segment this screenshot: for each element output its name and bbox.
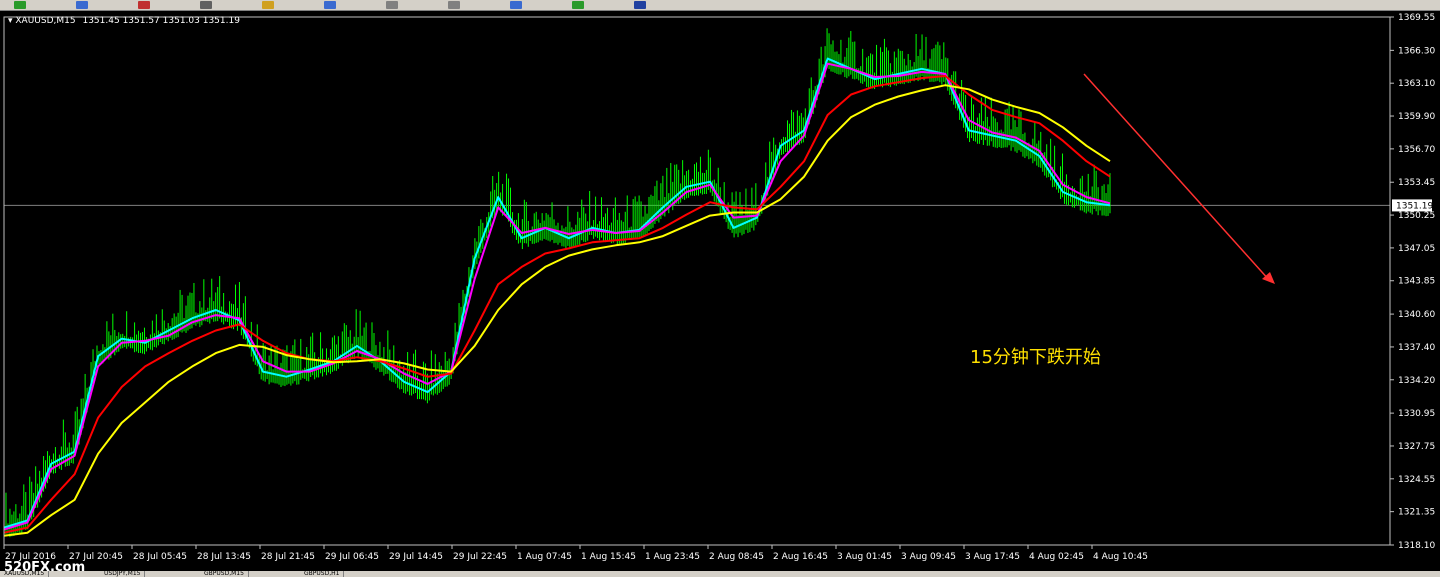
current-price-label: 1351.19	[1396, 201, 1433, 211]
y-tick-label: 1363.10	[1398, 79, 1435, 89]
ohlc-values: 1351.45 1351.57 1351.03 1351.19	[82, 16, 240, 26]
y-tick-label: 1337.40	[1398, 343, 1435, 353]
chart-area[interactable]: 1369.55 1366.30 1363.10 1359.90 1356.70 1353.…	[0, 11, 1440, 571]
symbol-label: XAUUSD,M15	[15, 16, 76, 26]
y-tick-label: 1327.75	[1398, 442, 1435, 452]
x-tick-label: 2 Aug 08:45	[709, 552, 764, 562]
y-tick-label: 1359.90	[1398, 112, 1435, 122]
help-icon[interactable]	[634, 1, 646, 9]
y-tick-label: 1347.05	[1398, 244, 1435, 254]
tab-gbpusd-h1[interactable]: GBPUSD,H1	[300, 571, 345, 577]
chart-annotation: 15分钟下跌开始	[970, 347, 1101, 368]
chart-tabs: XAUUSD,M15 USDJPY,M15 GBPUSD,M15 GBPUSD,H1	[0, 571, 1440, 577]
properties-icon[interactable]	[138, 1, 150, 9]
x-tick-label: 4 Aug 10:45	[1093, 552, 1148, 562]
y-tick-label: 1321.35	[1398, 508, 1435, 518]
y-tick-label: 1353.45	[1398, 178, 1435, 188]
y-tick-label: 1334.20	[1398, 376, 1435, 386]
x-tick-label: 1 Aug 07:45	[517, 552, 572, 562]
x-tick-label: 3 Aug 17:45	[965, 552, 1020, 562]
tab-gbpusd-m15[interactable]: GBPUSD,M15	[200, 571, 249, 577]
crosshair-icon[interactable]	[200, 1, 212, 9]
y-tick-label: 1340.60	[1398, 310, 1435, 320]
x-tick-label: 29 Jul 22:45	[453, 552, 507, 562]
zoom-icon[interactable]	[510, 1, 522, 9]
x-tick-label: 3 Aug 01:45	[837, 552, 892, 562]
toolbar	[0, 0, 1440, 11]
y-tick-label: 1366.30	[1398, 46, 1435, 56]
y-tick-label: 1356.70	[1398, 145, 1435, 155]
chart-icon[interactable]	[76, 1, 88, 9]
x-tick-label: 1 Aug 23:45	[645, 552, 700, 562]
add-indicator-icon[interactable]	[572, 1, 584, 9]
new-order-icon[interactable]	[14, 1, 26, 9]
y-tick-label: 1343.85	[1398, 277, 1435, 287]
x-tick-label: 2 Aug 16:45	[773, 552, 828, 562]
x-tick-label: 1 Aug 15:45	[581, 552, 636, 562]
x-tick-label: 28 Jul 13:45	[197, 552, 251, 562]
tab-usdjpy-m15[interactable]: USDJPY,M15	[100, 571, 146, 577]
arrow-tool-icon[interactable]	[448, 1, 460, 9]
watermark-logo: 520FX.com	[4, 560, 86, 575]
y-tick-label: 1324.55	[1398, 475, 1435, 485]
x-tick-label: 4 Aug 02:45	[1029, 552, 1084, 562]
x-tick-label: 28 Jul 05:45	[133, 552, 187, 562]
y-tick-label: 1369.55	[1398, 13, 1435, 23]
line-tool-icon[interactable]	[386, 1, 398, 9]
y-tick-label: 1330.95	[1398, 409, 1435, 419]
chart-background	[0, 11, 1440, 571]
x-tick-label: 29 Jul 06:45	[325, 552, 379, 562]
x-tick-label: 29 Jul 14:45	[389, 552, 443, 562]
x-tick-label: 3 Aug 09:45	[901, 552, 956, 562]
y-tick-label: 1318.10	[1398, 541, 1435, 551]
y-tick-label: 1350.25	[1398, 211, 1435, 221]
price-chart[interactable]: 1369.55 1366.30 1363.10 1359.90 1356.70 1353.…	[0, 11, 1440, 571]
favorites-icon[interactable]	[262, 1, 274, 9]
symbol-header: ▾ XAUUSD,M15 1351.45 1351.57 1351.03 135…	[8, 16, 240, 26]
x-tick-label: 28 Jul 21:45	[261, 552, 315, 562]
period-icon[interactable]	[324, 1, 336, 9]
